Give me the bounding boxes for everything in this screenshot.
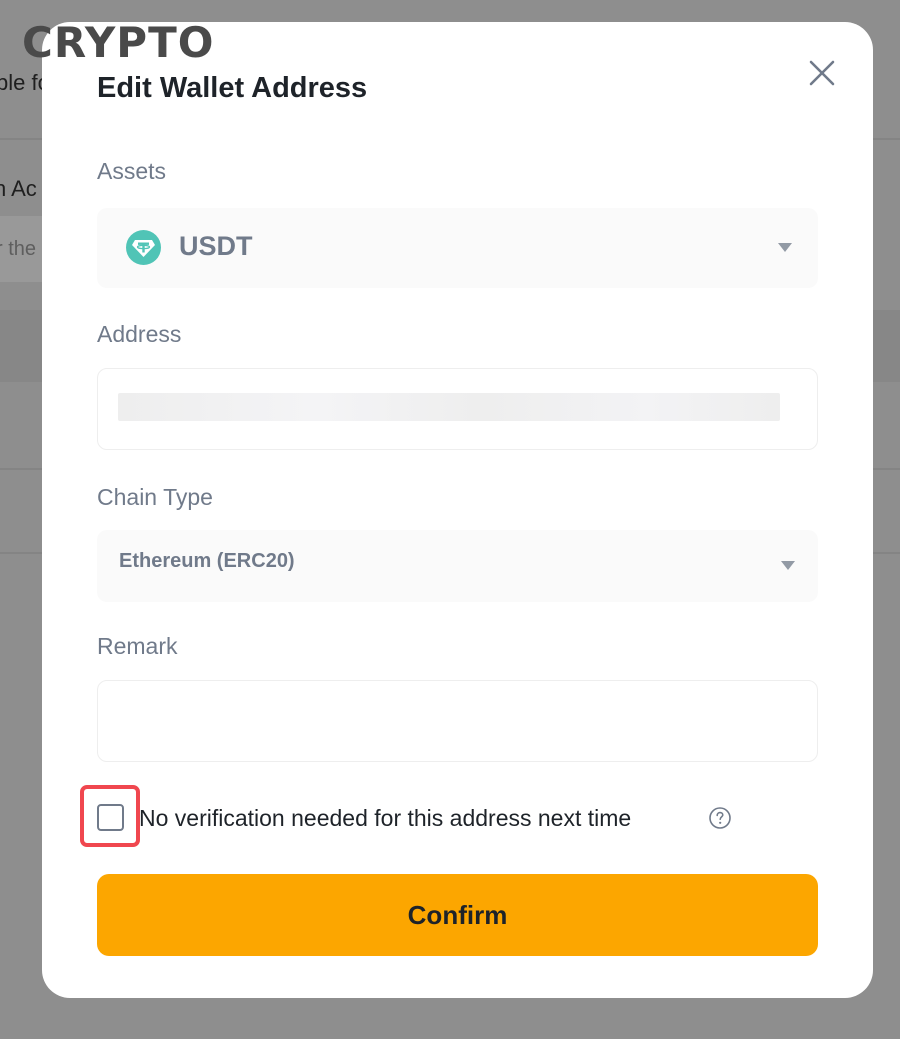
chain-type-label: Chain Type (97, 484, 213, 510)
assets-value: USDT (179, 231, 253, 261)
address-input[interactable] (97, 368, 818, 450)
background-text: h Ac (0, 176, 37, 201)
no-verification-row: No verification needed for this address … (80, 785, 780, 847)
remark-label: Remark (97, 633, 178, 659)
confirm-button[interactable]: Confirm (97, 874, 818, 956)
edit-wallet-address-modal: Edit Wallet Address Assets USDT Address … (42, 22, 873, 998)
tether-icon (126, 230, 161, 265)
modal-title: Edit Wallet Address (97, 72, 368, 104)
address-label: Address (97, 321, 182, 347)
question-circle-icon[interactable] (708, 806, 732, 830)
remark-input[interactable] (97, 680, 818, 762)
background-text: r the (0, 238, 37, 260)
address-value-redacted (118, 393, 780, 421)
chevron-down-icon (778, 243, 792, 252)
no-verification-checkbox[interactable] (97, 804, 124, 831)
chain-type-select[interactable]: Ethereum (ERC20) (97, 530, 818, 602)
brand-logo: CRYPTO (22, 18, 215, 67)
chain-type-value: Ethereum (ERC20) (119, 550, 295, 572)
assets-label: Assets (97, 158, 167, 184)
no-verification-label[interactable]: No verification needed for this address … (139, 805, 631, 832)
close-icon[interactable] (807, 58, 837, 88)
assets-select[interactable]: USDT (97, 208, 818, 288)
chevron-down-icon (781, 561, 795, 570)
